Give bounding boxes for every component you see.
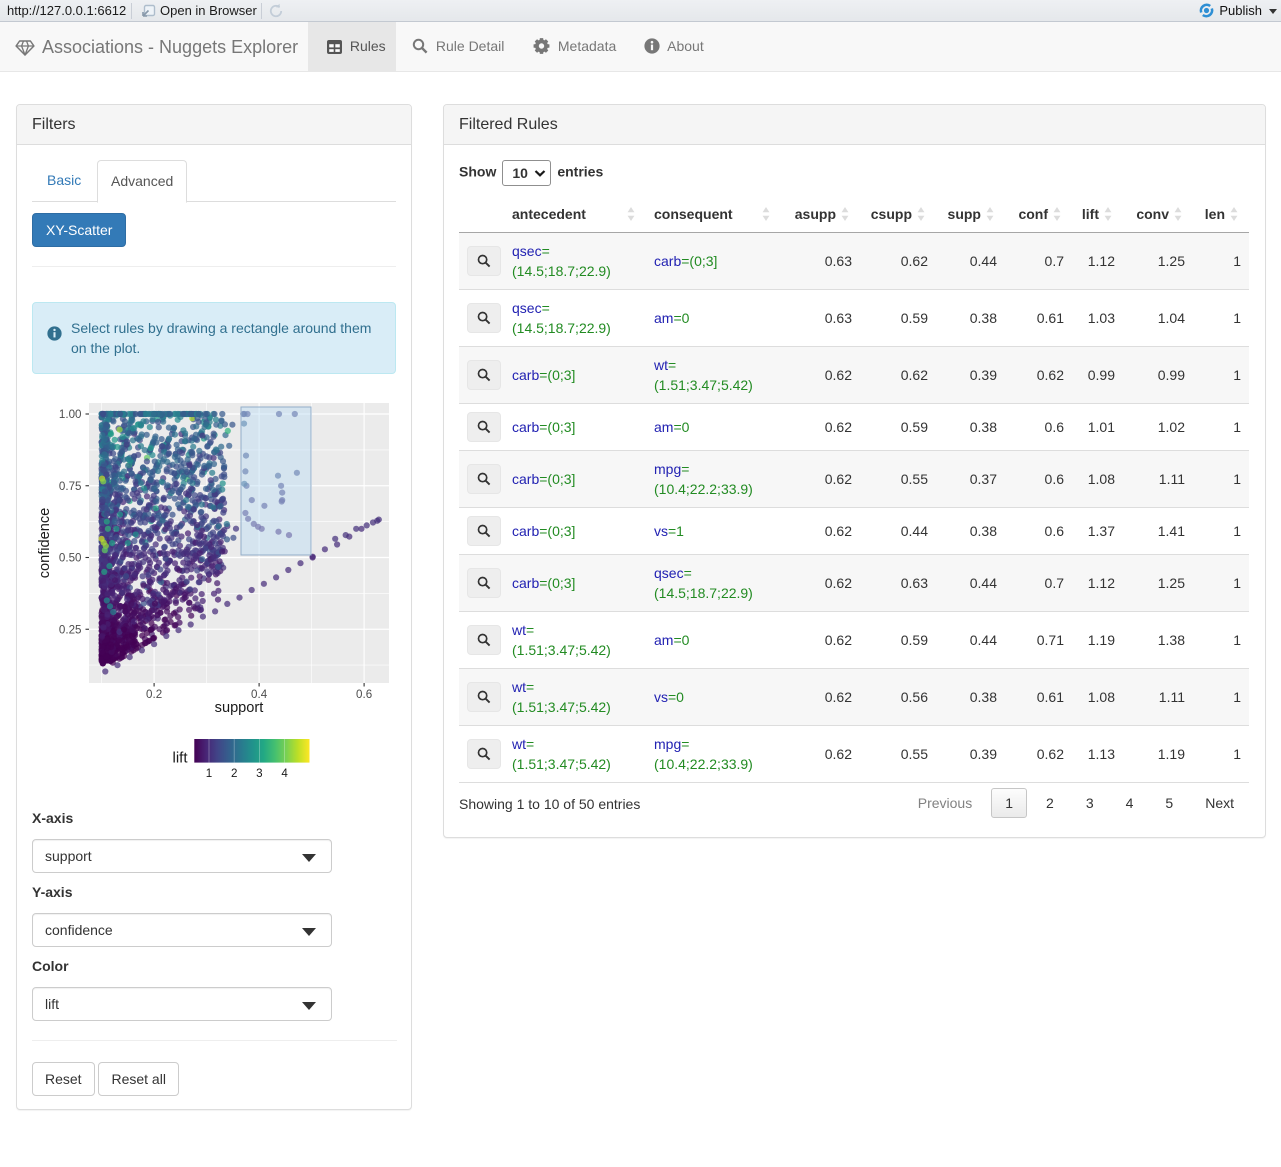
svg-text:3: 3 bbox=[256, 767, 262, 780]
svg-text:4: 4 bbox=[281, 767, 288, 780]
svg-text:0.50: 0.50 bbox=[59, 552, 82, 565]
svg-text:0.25: 0.25 bbox=[59, 623, 82, 636]
svg-text:1: 1 bbox=[206, 767, 212, 780]
svg-text:2: 2 bbox=[231, 767, 237, 780]
svg-text:0.6: 0.6 bbox=[356, 688, 372, 701]
svg-text:1.00: 1.00 bbox=[59, 408, 82, 421]
svg-text:lift: lift bbox=[173, 750, 189, 767]
svg-text:support: support bbox=[215, 700, 264, 716]
svg-text:confidence: confidence bbox=[37, 508, 53, 579]
svg-text:0.75: 0.75 bbox=[59, 480, 82, 493]
svg-text:0.2: 0.2 bbox=[146, 688, 162, 701]
